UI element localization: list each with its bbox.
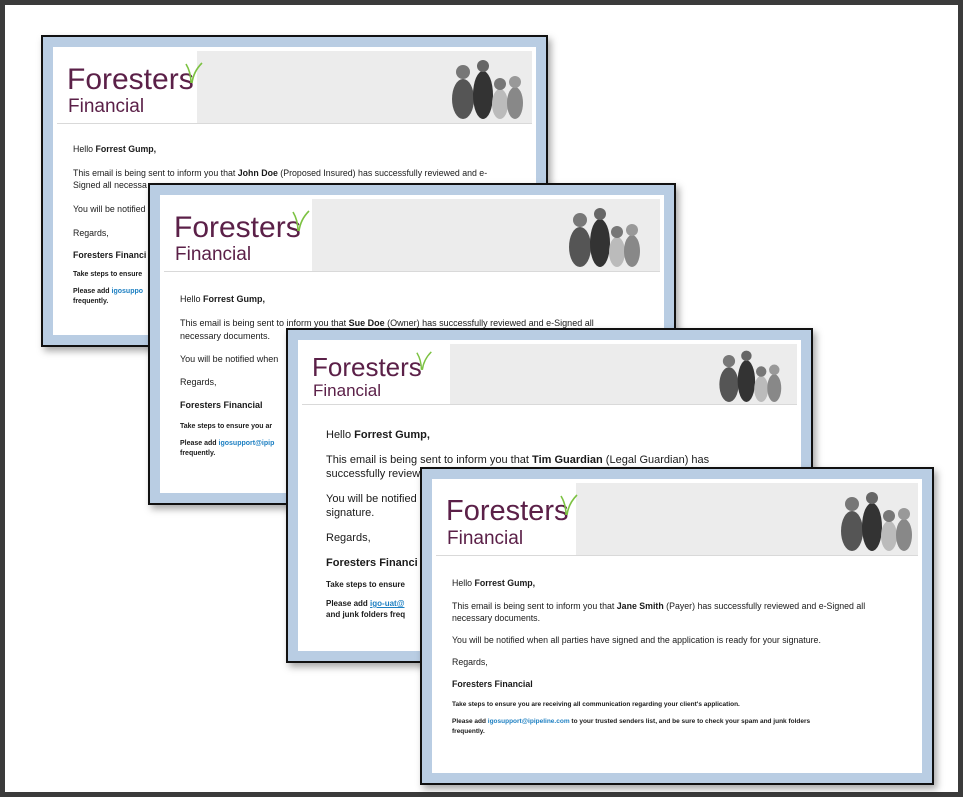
logo-subtitle: Financial <box>447 528 524 549</box>
support-email-link[interactable]: igosuppo <box>112 288 144 295</box>
email-body-container: Foresters Financial Hello Forrest Gump, … <box>432 479 922 773</box>
logo-subtitle: Financial <box>313 381 382 400</box>
screenshot-frame: Foresters Financial Hello Forrest Gump, … <box>0 0 963 797</box>
email-card-4: Foresters Financial Hello Forrest Gump, … <box>420 467 934 785</box>
greeting: Hello Forrest Gump, <box>452 578 536 588</box>
regards-line: Regards, <box>452 657 488 667</box>
family-photo <box>841 492 912 551</box>
greeting: Hello Forrest Gump, <box>180 294 266 304</box>
add-sender-line: Please add igosupport@ipipeline.com to y… <box>452 718 811 735</box>
intro-paragraph: This email is being sent to inform you t… <box>452 601 866 623</box>
logo-subtitle: Financial <box>175 244 252 265</box>
logo-wordmark: Foresters <box>446 495 569 527</box>
support-email-link[interactable]: igo-uat@ <box>370 599 404 608</box>
email-banner: Foresters Financial <box>164 199 660 272</box>
email-content: Hello Forrest Gump, This email is being … <box>432 577 922 737</box>
foresters-logo: Foresters Financial <box>436 483 578 555</box>
sprout-icon <box>560 494 578 515</box>
support-email-link[interactable]: igosupport@ipipeline.com <box>488 718 570 725</box>
greeting: Hello Forrest Gump, <box>73 144 157 154</box>
sprout-icon <box>292 210 310 231</box>
notified-line: You will be notified when all parties ha… <box>452 635 821 645</box>
family-photo <box>569 208 640 267</box>
logo-wordmark: Foresters <box>67 63 194 96</box>
family-photo <box>452 60 523 119</box>
foresters-logo: Foresters Financial <box>164 199 312 271</box>
tip-line: Take steps to ensure you are receiving a… <box>452 701 740 708</box>
logo-subtitle: Financial <box>68 96 145 117</box>
family-photo <box>719 350 782 402</box>
logo-wordmark: Foresters <box>312 352 422 382</box>
support-email-link[interactable]: igosupport@ipip <box>219 440 275 447</box>
logo-wordmark: Foresters <box>174 211 301 244</box>
email-banner: Foresters Financial <box>57 51 532 124</box>
foresters-logo: Foresters Financial <box>57 51 203 123</box>
signature-line: Foresters Financial <box>452 679 533 689</box>
email-banner: Foresters Financial <box>302 344 797 405</box>
sprout-icon <box>185 62 203 83</box>
email-banner: Foresters Financial <box>436 483 918 556</box>
greeting: Hello Forrest Gump, <box>326 429 430 441</box>
sprout-icon <box>416 351 432 370</box>
foresters-logo: Foresters Financial <box>302 344 450 404</box>
